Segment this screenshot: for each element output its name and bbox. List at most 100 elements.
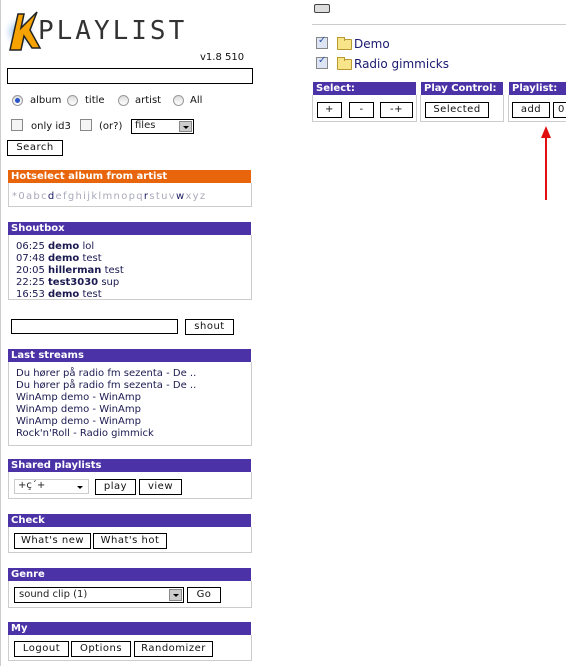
divider — [312, 24, 566, 25]
hotselect-letter: u — [161, 191, 169, 202]
search-radio-title[interactable] — [67, 95, 78, 106]
hotselect-letter: o — [121, 191, 129, 202]
folder-checkbox-radio-gimmicks[interactable] — [316, 55, 328, 69]
shout-text: sup — [101, 277, 120, 288]
shout-message: 22:25 test3030 sup — [16, 277, 119, 289]
options-button[interactable]: Options — [71, 641, 131, 657]
only-id3-checkbox[interactable] — [11, 119, 23, 131]
chevron-down-icon — [169, 589, 182, 601]
shout-message: 20:05 hillerman test — [16, 265, 124, 277]
hotselect-letter: m — [102, 191, 114, 202]
chevron-down-icon — [179, 121, 192, 132]
shout-user[interactable]: demo — [48, 289, 79, 300]
genre-header: Genre — [8, 568, 251, 581]
folder-link-demo[interactable]: Demo — [354, 37, 390, 51]
whats-hot-button[interactable]: What's hot — [93, 533, 167, 549]
shout-user[interactable]: hillerman — [48, 265, 101, 276]
shout-time: 07:48 — [16, 253, 45, 264]
hotselect-letter[interactable]: w — [176, 191, 185, 202]
genre-select-value: sound clip (1) — [19, 589, 88, 600]
shout-button[interactable]: shout — [185, 319, 234, 335]
shout-time: 22:25 — [16, 277, 45, 288]
or-checkbox[interactable] — [80, 119, 92, 131]
stream-item[interactable]: Du hører på radio fm sezenta - De .. — [16, 380, 196, 392]
chevron-down-icon — [77, 486, 83, 489]
genre-select[interactable]: sound clip (1) — [14, 587, 184, 603]
whats-new-button[interactable]: What's new — [14, 533, 91, 549]
search-radio-all[interactable] — [173, 95, 184, 106]
hotselect-letter: z — [199, 191, 207, 202]
shout-time: 16:53 — [16, 289, 45, 300]
search-radio-label: artist — [135, 95, 162, 106]
hotselect-letter: c — [41, 191, 48, 202]
play-selected-button[interactable]: Selected — [425, 102, 489, 118]
shout-text: lol — [82, 241, 95, 252]
folder-checkbox-demo[interactable] — [316, 35, 328, 49]
search-input[interactable] — [7, 68, 253, 84]
randomizer-button[interactable]: Randomizer — [134, 641, 213, 657]
logout-button[interactable]: Logout — [14, 641, 69, 657]
folder-icon — [337, 57, 352, 70]
select-all-button[interactable]: + — [317, 102, 342, 118]
hotselect-letter[interactable]: d — [48, 191, 56, 202]
shout-text: test — [82, 289, 102, 300]
shared-playlist-select[interactable]: +ç´+ — [14, 479, 89, 494]
search-radio-label: album — [30, 95, 62, 106]
search-radio-label: title — [85, 95, 105, 106]
playlist-header: Playlist: — [509, 82, 566, 95]
shared-playlist-value: +ç´+ — [18, 480, 46, 491]
left-border — [0, 0, 1, 666]
my-header: My — [8, 622, 251, 635]
stream-item[interactable]: Rock'n'Roll - Radio gimmick — [16, 428, 154, 440]
annotation-arrow-icon — [541, 126, 551, 200]
shout-time: 06:25 — [16, 241, 45, 252]
select-none-button[interactable]: - — [349, 102, 374, 118]
search-button[interactable]: Search — [7, 140, 63, 156]
genre-go-button[interactable]: Go — [187, 587, 221, 603]
stream-item[interactable]: Du hører på radio fm sezenta - De .. — [16, 368, 196, 380]
shout-user[interactable]: demo — [48, 241, 79, 252]
shared-playlists-header: Shared playlists — [8, 459, 251, 472]
keyboard-icon[interactable] — [314, 4, 330, 13]
select-header: Select: — [313, 82, 416, 95]
type-select-value: files — [135, 120, 156, 131]
type-select[interactable]: files — [131, 119, 194, 134]
hotselect-header: Hotselect album from artist — [8, 170, 251, 183]
shout-text: test — [82, 253, 102, 264]
hotselect-letter: b — [33, 191, 42, 202]
shout-user[interactable]: demo — [48, 253, 79, 264]
shared-play-button[interactable]: play — [95, 479, 136, 495]
shout-time: 20:05 — [16, 265, 45, 276]
logo: PLAYLIST — [4, 8, 204, 52]
select-invert-button[interactable]: -+ — [380, 102, 413, 118]
play-control-header: Play Control: — [421, 82, 503, 95]
shout-message: 06:25 demo lol — [16, 241, 94, 253]
folder-link-radio-gimmicks[interactable]: Radio gimmicks — [354, 57, 449, 71]
shoutbox-header: Shoutbox — [8, 222, 251, 235]
hotselect-letter: 0 — [18, 191, 26, 202]
shout-text: test — [104, 265, 124, 276]
stream-item[interactable]: WinAmp demo - WinAmp — [16, 392, 141, 404]
last-streams-header: Last streams — [8, 349, 251, 362]
folder-icon — [337, 37, 352, 50]
hotselect-letter: h — [75, 191, 84, 202]
hotselect-letter: e — [55, 191, 63, 202]
or-label: (or?) — [99, 121, 123, 132]
playlist-add-button[interactable]: add — [512, 102, 550, 118]
shared-view-button[interactable]: view — [139, 479, 182, 495]
hotselect-letter: v — [168, 191, 176, 202]
stream-item[interactable]: WinAmp demo - WinAmp — [16, 404, 141, 416]
check-header: Check — [8, 514, 251, 527]
search-radio-label: All — [190, 95, 203, 106]
playlist-select[interactable]: 0 — [553, 102, 566, 118]
stream-item[interactable]: WinAmp demo - WinAmp — [16, 416, 141, 428]
shout-user[interactable]: test3030 — [48, 277, 98, 288]
search-radio-album[interactable] — [12, 95, 23, 106]
shout-message: 16:53 demo test — [16, 289, 102, 301]
shout-message: 07:48 demo test — [16, 253, 102, 265]
only-id3-label: only id3 — [31, 121, 71, 132]
version-label: v1.8 510 — [200, 52, 245, 63]
shout-input[interactable] — [11, 319, 178, 334]
search-radio-artist[interactable] — [118, 95, 129, 106]
hotselect-letter: q — [136, 191, 144, 202]
